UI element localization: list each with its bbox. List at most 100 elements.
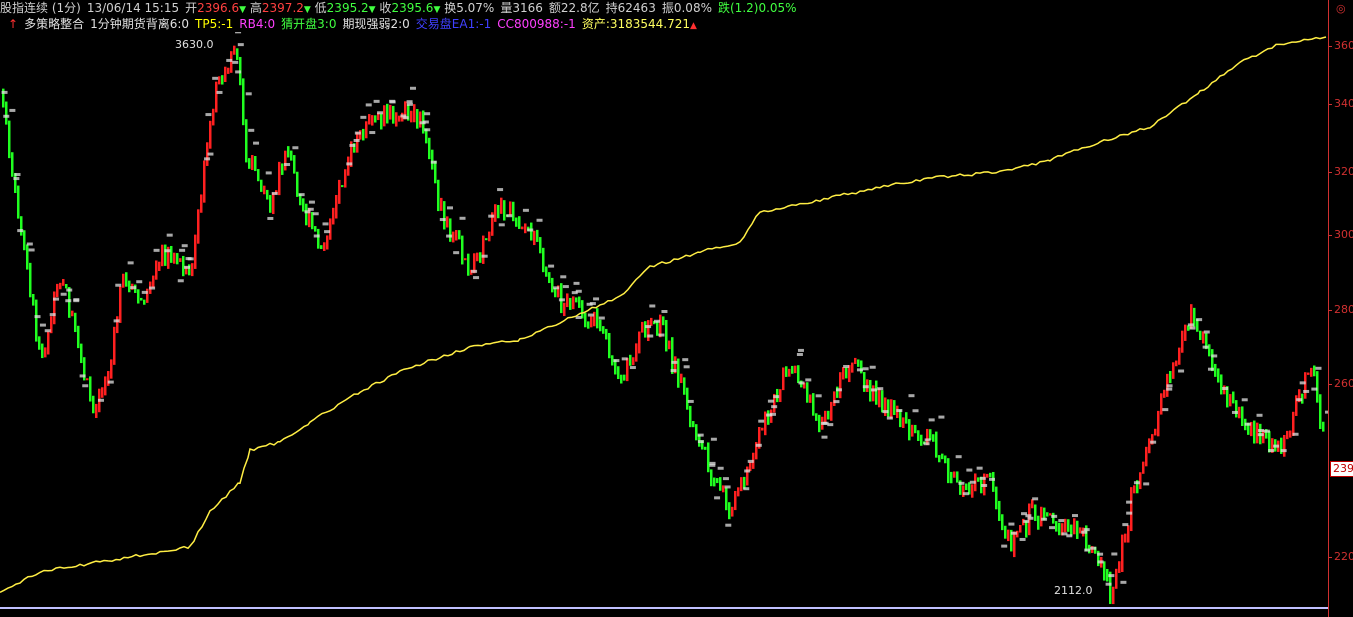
signal-marker bbox=[473, 276, 480, 280]
axis-tick-label: 3200 bbox=[1334, 165, 1353, 178]
candle bbox=[1313, 365, 1316, 377]
signal-marker bbox=[389, 99, 396, 103]
candle bbox=[14, 173, 17, 194]
signal-marker bbox=[1126, 511, 1133, 515]
candle bbox=[344, 169, 347, 188]
candle bbox=[1046, 512, 1049, 517]
candle bbox=[209, 120, 212, 149]
candle bbox=[587, 321, 590, 329]
signal-marker bbox=[97, 398, 104, 402]
candle bbox=[590, 316, 593, 328]
candle bbox=[65, 283, 68, 289]
instrument-title[interactable]: 股指连续 (1分) bbox=[0, 1, 81, 15]
down-arrow-icon: ▼ bbox=[303, 5, 311, 15]
signal-marker bbox=[613, 359, 620, 363]
candle bbox=[707, 442, 710, 473]
signal-marker bbox=[1090, 546, 1097, 550]
signal-marker bbox=[369, 131, 376, 135]
rb-indicator[interactable]: RB4:0 bbox=[239, 17, 275, 31]
candle bbox=[554, 287, 557, 298]
signal-marker bbox=[235, 70, 242, 74]
price-axis[interactable]: ◎ 3600 3400 3200 3000 2800 2600 2200 239… bbox=[1328, 0, 1353, 617]
signal-marker bbox=[744, 469, 751, 473]
candle bbox=[455, 230, 458, 241]
candle bbox=[1031, 499, 1034, 509]
candle bbox=[71, 310, 74, 317]
candle bbox=[1070, 524, 1073, 536]
candle bbox=[932, 434, 935, 442]
open-guess-indicator[interactable]: 猜开盘3:0 bbox=[281, 17, 336, 31]
candle bbox=[1073, 518, 1076, 535]
spot-strength-indicator[interactable]: 期现强弱2:0 bbox=[342, 17, 409, 31]
signal-marker bbox=[912, 409, 919, 413]
signal-marker bbox=[955, 455, 962, 459]
low-price-label: 2112.0 bbox=[1054, 584, 1093, 597]
candle bbox=[626, 357, 629, 382]
trading-line-indicator[interactable]: 交易盘EA1:-1 bbox=[416, 17, 491, 31]
candle bbox=[266, 189, 269, 200]
candle bbox=[251, 155, 254, 170]
signal-marker bbox=[373, 99, 380, 103]
tp-indicator[interactable]: TP5:-1 bbox=[195, 17, 233, 31]
candle bbox=[203, 160, 206, 203]
candle bbox=[233, 45, 236, 55]
signal-marker bbox=[430, 160, 437, 164]
signal-marker bbox=[267, 216, 274, 220]
signal-marker bbox=[928, 418, 935, 422]
signal-marker bbox=[1041, 517, 1048, 521]
signal-marker bbox=[896, 409, 903, 413]
signal-marker bbox=[724, 485, 731, 489]
signal-marker bbox=[424, 112, 431, 116]
position-value: 62463 bbox=[617, 1, 656, 15]
signal-marker bbox=[1257, 429, 1264, 433]
candle bbox=[710, 469, 713, 487]
candle bbox=[629, 354, 632, 366]
divergence-indicator[interactable]: 1分钟期货背离6:0 bbox=[90, 17, 189, 31]
date-time: 13/06/14 15:15 bbox=[86, 1, 180, 15]
signal-marker bbox=[66, 288, 73, 292]
signal-marker bbox=[988, 477, 995, 481]
signal-marker bbox=[446, 234, 453, 238]
price-chart[interactable] bbox=[0, 32, 1328, 617]
candle bbox=[1067, 519, 1070, 532]
candle bbox=[236, 48, 239, 60]
candle bbox=[1289, 430, 1292, 438]
signal-marker bbox=[253, 141, 260, 145]
candle bbox=[581, 300, 584, 319]
candle bbox=[533, 230, 536, 246]
candle bbox=[95, 403, 98, 419]
candle bbox=[1115, 568, 1118, 589]
candle bbox=[128, 280, 131, 293]
signal-marker bbox=[488, 214, 495, 218]
candle bbox=[680, 373, 683, 384]
change-value: (1.2)0.05% bbox=[730, 1, 797, 15]
candle bbox=[1238, 406, 1241, 419]
candle bbox=[950, 471, 953, 484]
cc-indicator[interactable]: CC800988:-1 bbox=[497, 17, 576, 31]
signal-marker bbox=[409, 86, 416, 90]
candle bbox=[398, 115, 401, 122]
down-arrow-icon: ▼ bbox=[239, 5, 247, 15]
signal-marker bbox=[471, 269, 478, 273]
candle bbox=[650, 317, 653, 326]
candle bbox=[1124, 533, 1127, 543]
signal-marker bbox=[136, 280, 143, 284]
candle bbox=[914, 424, 917, 434]
signal-marker bbox=[377, 111, 384, 115]
signal-marker bbox=[747, 459, 754, 463]
strategy-name[interactable]: 多策略整合 bbox=[24, 17, 84, 31]
candle bbox=[11, 152, 14, 177]
candle bbox=[116, 316, 119, 334]
signal-marker bbox=[207, 152, 214, 156]
candle bbox=[59, 282, 62, 290]
candle bbox=[647, 320, 650, 342]
candle bbox=[1025, 520, 1028, 538]
signal-marker bbox=[797, 348, 804, 352]
assets-indicator[interactable]: 资产:3183544.721 bbox=[582, 17, 690, 31]
signal-marker bbox=[107, 380, 114, 384]
signal-marker bbox=[292, 146, 299, 150]
tick-mark bbox=[1328, 104, 1332, 105]
settings-circle-icon[interactable]: ◎ bbox=[1336, 2, 1346, 15]
candle bbox=[1316, 371, 1319, 403]
signal-marker bbox=[1133, 481, 1140, 485]
